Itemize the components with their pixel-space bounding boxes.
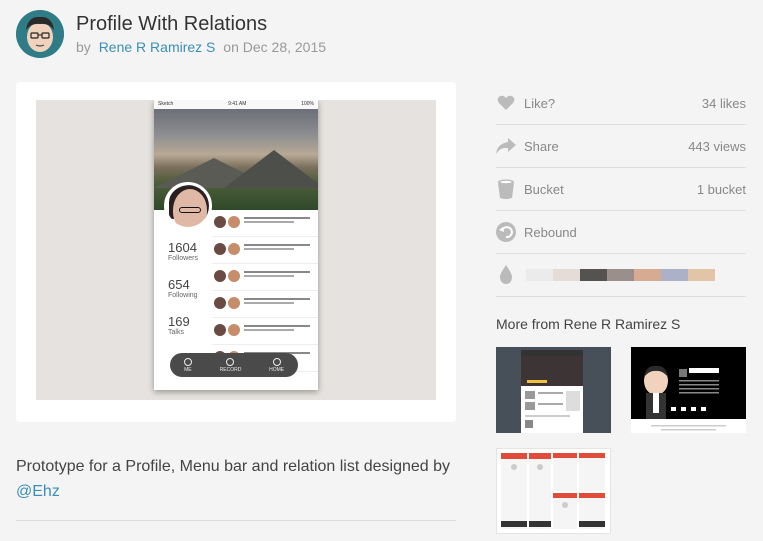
shot-date: Dec 28, 2015 [242,39,327,55]
avatar [228,216,240,228]
heart-icon [496,93,516,113]
author-avatar[interactable] [16,10,64,58]
color-swatch[interactable] [607,269,634,281]
person-icon [183,357,192,366]
stat-talks: 169 Talks [168,314,190,336]
status-battery: 100% [301,101,314,107]
like-label[interactable]: Like? [524,96,702,111]
phone-mockup: Sketch 9:41 AM 100% 1604 Followers 654 F… [154,100,318,390]
color-palette-row [496,254,746,297]
share-row[interactable]: Share 443 views [496,125,746,168]
menu-item-me: ME [183,357,192,373]
avatar [214,297,226,309]
menu-item-record: RECORD [219,357,242,373]
list-item [212,318,318,345]
share-label[interactable]: Share [524,139,688,154]
avatar [228,243,240,255]
stat-number: 654 [168,277,190,292]
stat-number: 169 [168,314,190,329]
drop-icon [496,265,516,285]
menu-label: RECORD [219,366,242,373]
shot-title: Profile With Relations [76,13,268,35]
author-link[interactable]: Rene R Ramirez S [99,39,216,55]
rebound-row[interactable]: Rebound [496,211,746,254]
phone-status-bar: Sketch 9:41 AM 100% [154,100,318,109]
shot-description: Prototype for a Profile, Menu bar and re… [16,454,476,504]
text-line [244,302,294,304]
color-swatch[interactable] [634,269,661,281]
avatar [228,270,240,282]
relation-list [212,210,318,372]
divider [16,520,456,521]
related-shot-thumbnail[interactable] [496,448,611,534]
menu-item-home: HOME [269,357,285,373]
avatar [214,216,226,228]
color-swatch[interactable] [661,269,688,281]
color-swatch[interactable] [526,269,553,281]
text-line [244,217,310,219]
list-item [212,291,318,318]
bucket-icon [496,179,516,199]
stat-label: Talks [168,329,184,336]
text-line [244,248,294,250]
description-text: Prototype for a Profile, Menu bar and re… [16,458,451,475]
mention-link[interactable]: @Ehz [16,483,60,500]
menu-label: ME [184,366,192,373]
text-line [244,329,294,331]
glasses-shape [179,207,201,213]
shot-card: Sketch 9:41 AM 100% 1604 Followers 654 F… [16,82,456,422]
status-time: 9:41 AM [228,101,247,107]
shot-image[interactable]: Sketch 9:41 AM 100% 1604 Followers 654 F… [36,100,436,400]
rebound-label[interactable]: Rebound [524,225,746,240]
avatar [214,243,226,255]
by-label: by [76,39,91,55]
avatar [214,324,226,336]
views-count: 443 views [688,138,746,154]
related-shot-thumbnail[interactable] [496,347,611,433]
shot-stats: Like? 34 likes Share 443 views Bucket 1 … [496,82,746,297]
menu-bar: ME RECORD HOME [170,353,298,377]
share-arrow-icon [496,136,516,156]
stat-following: 654 Following [168,277,198,299]
stat-label: Followers [168,255,198,262]
avatar [228,297,240,309]
color-swatch[interactable] [580,269,607,281]
text-line [244,221,294,223]
avatar [214,270,226,282]
text-line [244,244,310,246]
related-shot-thumbnail[interactable] [631,347,746,433]
text-line [244,325,310,327]
on-label: on [223,39,239,55]
bucket-label[interactable]: Bucket [524,182,697,197]
text-line [244,298,310,300]
byline: by Rene R Ramirez S on Dec 28, 2015 [76,39,326,55]
stat-number: 1604 [168,240,197,255]
stat-followers: 1604 Followers [168,240,198,262]
list-item [212,237,318,264]
likes-count[interactable]: 34 likes [702,96,746,111]
avatar [228,324,240,336]
profile-photo [164,182,212,230]
stat-label: Following [168,292,198,299]
like-row[interactable]: Like? 34 likes [496,82,746,125]
menu-label: HOME [269,366,285,373]
list-item [212,264,318,291]
mountain-shape [224,150,318,188]
status-carrier: Sketch [158,101,174,107]
text-line [244,271,310,273]
buckets-count[interactable]: 1 bucket [697,182,746,197]
more-from-title: More from Rene R Ramirez S [496,316,681,332]
rebound-icon [496,222,516,242]
color-swatch[interactable] [553,269,580,281]
color-swatches [526,269,715,281]
text-line [244,275,294,277]
color-swatch[interactable] [688,269,715,281]
list-item [212,210,318,237]
home-icon [272,357,281,366]
record-icon [226,357,235,366]
bucket-row[interactable]: Bucket 1 bucket [496,168,746,211]
